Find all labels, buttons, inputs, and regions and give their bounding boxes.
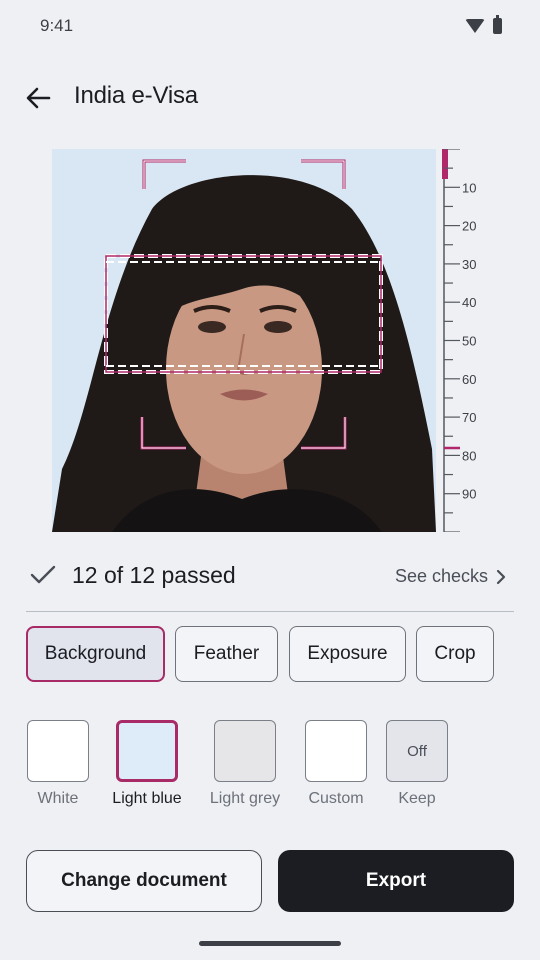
page-title: India e-Visa	[74, 82, 198, 109]
checks-status: 12 of 12 passed	[72, 562, 236, 588]
swatch-light-blue[interactable]: Light blue	[98, 720, 196, 808]
divider	[26, 611, 514, 612]
ruler-tick-label: 50	[462, 334, 476, 349]
swatch-white-box	[27, 720, 89, 782]
see-checks-label: See checks	[394, 566, 488, 586]
swatch-light-grey[interactable]: Light grey	[196, 720, 294, 808]
chevron-right-icon	[496, 569, 506, 584]
swatch-label: Custom	[308, 790, 364, 807]
swatch-label: Light grey	[209, 790, 281, 807]
ruler-tick-label: 70	[462, 410, 476, 425]
photo-preview[interactable]	[52, 149, 436, 532]
swatch-light-blue-box	[116, 720, 178, 782]
arrow-left-icon	[26, 87, 51, 109]
app-bar: India e-Visa	[0, 70, 540, 124]
ruler-tick-label: 80	[462, 448, 476, 463]
tab-exposure[interactable]: Exposure	[289, 626, 406, 682]
swatch-white[interactable]: White	[14, 720, 102, 808]
ruler-top-marker	[442, 149, 448, 179]
ruler-tick-label: 10	[462, 180, 476, 195]
ruler-tick-label: 20	[462, 219, 476, 234]
battery-icon	[493, 15, 502, 34]
ruler-tick-label: 90	[462, 487, 476, 502]
swatch-keep-box: Off	[386, 720, 448, 782]
ruler-tick-label: 40	[462, 295, 476, 310]
export-button[interactable]: Export	[278, 850, 514, 912]
height-ruler: 10 20 30 40 50 60 70 80 90	[440, 148, 500, 533]
swatch-keep[interactable]: Off Keep	[373, 720, 461, 808]
ruler-tick-label: 30	[462, 257, 476, 272]
swatch-label: Keep	[398, 790, 436, 807]
swatch-light-grey-box	[214, 720, 276, 782]
ruler-tick-label: 60	[462, 372, 476, 387]
tab-background[interactable]: Background	[26, 626, 165, 682]
status-time: 9:41	[40, 16, 74, 35]
tab-crop[interactable]: Crop	[416, 626, 494, 682]
home-indicator[interactable]	[199, 941, 341, 946]
ruler-scale: 10 20 30 40 50 60 70 80 90	[442, 148, 476, 533]
back-button[interactable]	[20, 80, 56, 116]
status-bar: 9:41	[0, 0, 540, 54]
portrait-photo	[52, 149, 436, 532]
swatch-label: Light blue	[112, 790, 182, 807]
swatch-keep-state: Off	[407, 742, 427, 760]
tab-feather[interactable]: Feather	[175, 626, 278, 682]
change-document-button[interactable]: Change document	[26, 850, 262, 912]
wifi-icon	[465, 19, 485, 33]
see-checks-link[interactable]: See checks	[395, 566, 506, 587]
swatch-label: White	[37, 790, 79, 807]
checks-summary: 12 of 12 passed See checks	[26, 556, 514, 598]
swatch-custom-box	[305, 720, 367, 782]
swatch-custom[interactable]: Custom	[292, 720, 380, 808]
check-icon	[30, 565, 56, 584]
status-icons	[465, 15, 502, 34]
